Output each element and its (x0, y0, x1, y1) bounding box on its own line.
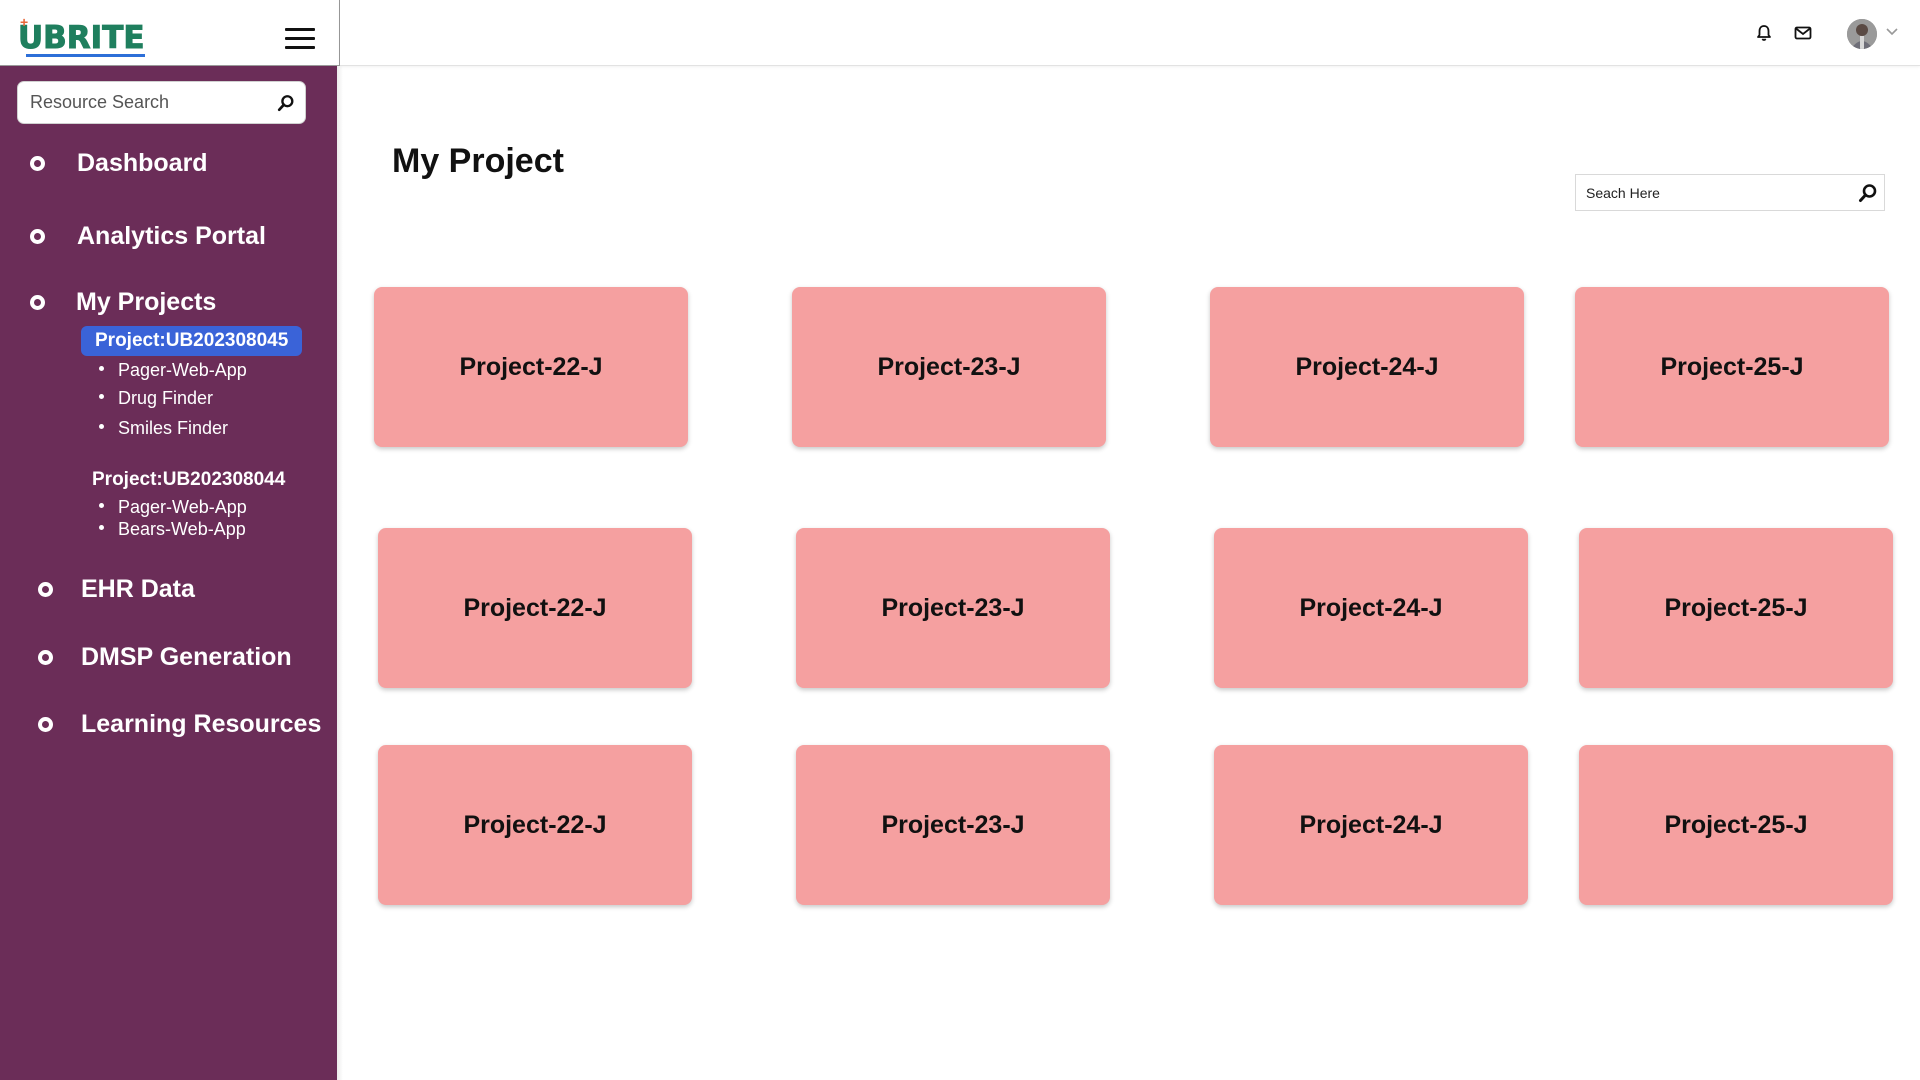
project-card-label: Project-25-J (1664, 593, 1808, 622)
project-card[interactable]: Project-24-J (1210, 287, 1524, 447)
nav-label: Learning Resources (81, 710, 322, 738)
nav-item-dashboard[interactable]: Dashboard (30, 149, 208, 178)
nav-item-learning-resources[interactable]: Learning Resources (38, 710, 321, 739)
project-app-item[interactable]: Smiles Finder (99, 418, 228, 439)
bell-icon[interactable] (1755, 24, 1773, 42)
sidebar-shadow (337, 66, 343, 1080)
project-card-label: Project-23-J (881, 810, 1025, 839)
project-card[interactable]: Project-25-J (1575, 287, 1889, 447)
nav-label: Dashboard (77, 149, 208, 177)
resource-search-box (17, 81, 306, 124)
project-title-active[interactable]: Project:UB202308045 (81, 326, 303, 356)
project-card-label: Project-24-J (1299, 593, 1443, 622)
bullet-icon (99, 502, 104, 508)
project-card[interactable]: Project-22-J (374, 287, 688, 447)
nav-bullet-icon (38, 717, 53, 732)
project-card[interactable]: Project-25-J (1579, 528, 1893, 688)
project-card-label: Project-25-J (1660, 352, 1804, 381)
project-app-label: Pager-Web-App (118, 497, 247, 517)
mail-icon[interactable] (1794, 24, 1812, 42)
chevron-down-icon[interactable] (1886, 28, 1898, 36)
bullet-icon (99, 423, 104, 429)
hamburger-menu-icon[interactable] (285, 28, 315, 50)
project-app-label: Drug Finder (118, 388, 214, 408)
project-card-label: Project-22-J (463, 593, 607, 622)
project-card-label: Project-24-J (1299, 810, 1443, 839)
project-card[interactable]: Project-23-J (792, 287, 1106, 447)
project-card[interactable]: Project-23-J (796, 745, 1110, 905)
bullet-icon (99, 524, 104, 530)
nav-label: My Projects (76, 288, 217, 316)
project-card[interactable]: Project-23-J (796, 528, 1110, 688)
search-icon[interactable] (1858, 183, 1878, 203)
project-app-label: Bears-Web-App (118, 519, 246, 539)
nav-bullet-icon (38, 582, 53, 597)
project-card[interactable]: Project-22-J (378, 745, 692, 905)
project-title[interactable]: Project:UB202308044 (92, 469, 285, 491)
bullet-icon (99, 365, 104, 371)
user-avatar[interactable] (1847, 19, 1877, 49)
logo-text: UBRITE (18, 20, 146, 56)
project-app-item[interactable]: Drug Finder (99, 388, 213, 409)
project-card[interactable]: Project-24-J (1214, 745, 1528, 905)
project-card-label: Project-25-J (1664, 810, 1808, 839)
nav-item-analytics-portal[interactable]: Analytics Portal (30, 222, 266, 251)
project-app-label: Pager-Web-App (118, 360, 247, 380)
logo-bar: + UBRITE (0, 0, 340, 66)
project-card-label: Project-24-J (1295, 352, 1439, 381)
project-card[interactable]: Project-25-J (1579, 745, 1893, 905)
project-search-input[interactable] (1586, 175, 1846, 210)
project-group: Project:UB202308044 (92, 469, 285, 491)
project-card[interactable]: Project-22-J (378, 528, 692, 688)
resource-search-input[interactable] (30, 82, 270, 123)
nav-bullet-icon (30, 156, 45, 171)
logo-underline (26, 54, 145, 57)
nav-bullet-icon (30, 229, 45, 244)
nav-item-ehr-data[interactable]: EHR Data (38, 575, 195, 604)
nav-label: EHR Data (81, 575, 195, 603)
nav-label: DMSP Generation (81, 643, 292, 671)
project-card-label: Project-23-J (881, 593, 1025, 622)
project-search-box (1575, 174, 1885, 211)
project-app-label: Smiles Finder (118, 418, 229, 438)
page-title: My Project (392, 142, 564, 180)
nav-item-my-projects[interactable]: My Projects (30, 288, 216, 317)
nav-bullet-icon (30, 295, 45, 310)
nav-bullet-icon (38, 650, 53, 665)
logo-plus-icon: + (20, 14, 29, 30)
nav-label: Analytics Portal (77, 222, 266, 250)
bullet-icon (99, 393, 104, 399)
top-header (340, 0, 1920, 66)
project-card-label: Project-22-J (459, 352, 603, 381)
project-card[interactable]: Project-24-J (1214, 528, 1528, 688)
nav-item-dmsp-generation[interactable]: DMSP Generation (38, 643, 292, 672)
project-card-label: Project-22-J (463, 810, 607, 839)
project-app-item[interactable]: Pager-Web-App (99, 497, 247, 518)
project-card-label: Project-23-J (877, 352, 1021, 381)
project-app-item[interactable]: Bears-Web-App (99, 519, 246, 540)
search-icon[interactable] (277, 94, 295, 112)
ubrite-logo[interactable]: + UBRITE (18, 14, 146, 57)
project-group: Project:UB202308045 (81, 326, 303, 356)
project-app-item[interactable]: Pager-Web-App (99, 360, 247, 381)
sidebar: Dashboard Analytics Portal My Projects P… (0, 0, 337, 1080)
